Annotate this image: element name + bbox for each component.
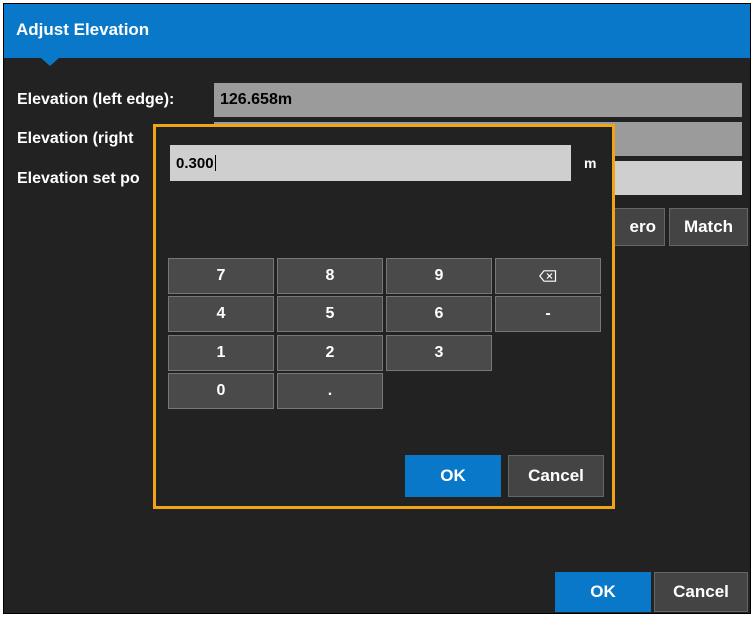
elevation-left-edge-field[interactable]: 126.658m xyxy=(214,83,742,117)
cancel-button[interactable]: Cancel xyxy=(654,572,748,612)
key-1[interactable]: 1 xyxy=(168,335,274,371)
keypad-input[interactable]: 0.300 xyxy=(170,145,571,181)
key-0[interactable]: 0 xyxy=(168,373,274,409)
key-decimal[interactable]: . xyxy=(277,373,383,409)
keypad-unit: m xyxy=(584,155,597,171)
dialog-title: Adjust Elevation xyxy=(16,20,150,39)
match-button[interactable]: Match xyxy=(669,208,748,246)
keypad-input-value: 0.300 xyxy=(176,155,214,172)
key-3[interactable]: 3 xyxy=(386,335,492,371)
text-caret xyxy=(214,155,216,171)
key-9[interactable]: 9 xyxy=(386,258,492,294)
key-minus[interactable]: - xyxy=(495,296,601,332)
elevation-left-edge-label: Elevation (left edge): xyxy=(17,91,175,108)
keypad-ok-button[interactable]: OK xyxy=(405,455,501,497)
title-notch xyxy=(41,58,59,66)
key-6[interactable]: 6 xyxy=(386,296,492,332)
backspace-icon xyxy=(539,270,557,282)
elevation-right-edge-label: Elevation (right xyxy=(17,130,134,147)
key-7[interactable]: 7 xyxy=(168,258,274,294)
elevation-set-point-label: Elevation set po xyxy=(17,170,140,187)
dialog-titlebar: Adjust Elevation xyxy=(4,4,750,58)
ok-button[interactable]: OK xyxy=(555,572,651,612)
keypad-cancel-button[interactable]: Cancel xyxy=(508,455,604,497)
key-5[interactable]: 5 xyxy=(277,296,383,332)
key-8[interactable]: 8 xyxy=(277,258,383,294)
key-2[interactable]: 2 xyxy=(277,335,383,371)
numeric-keypad-popup: 0.300 m 7 8 9 4 5 6 - 1 2 3 0 . OK Cance… xyxy=(153,124,615,509)
key-4[interactable]: 4 xyxy=(168,296,274,332)
backspace-key[interactable] xyxy=(495,258,601,294)
